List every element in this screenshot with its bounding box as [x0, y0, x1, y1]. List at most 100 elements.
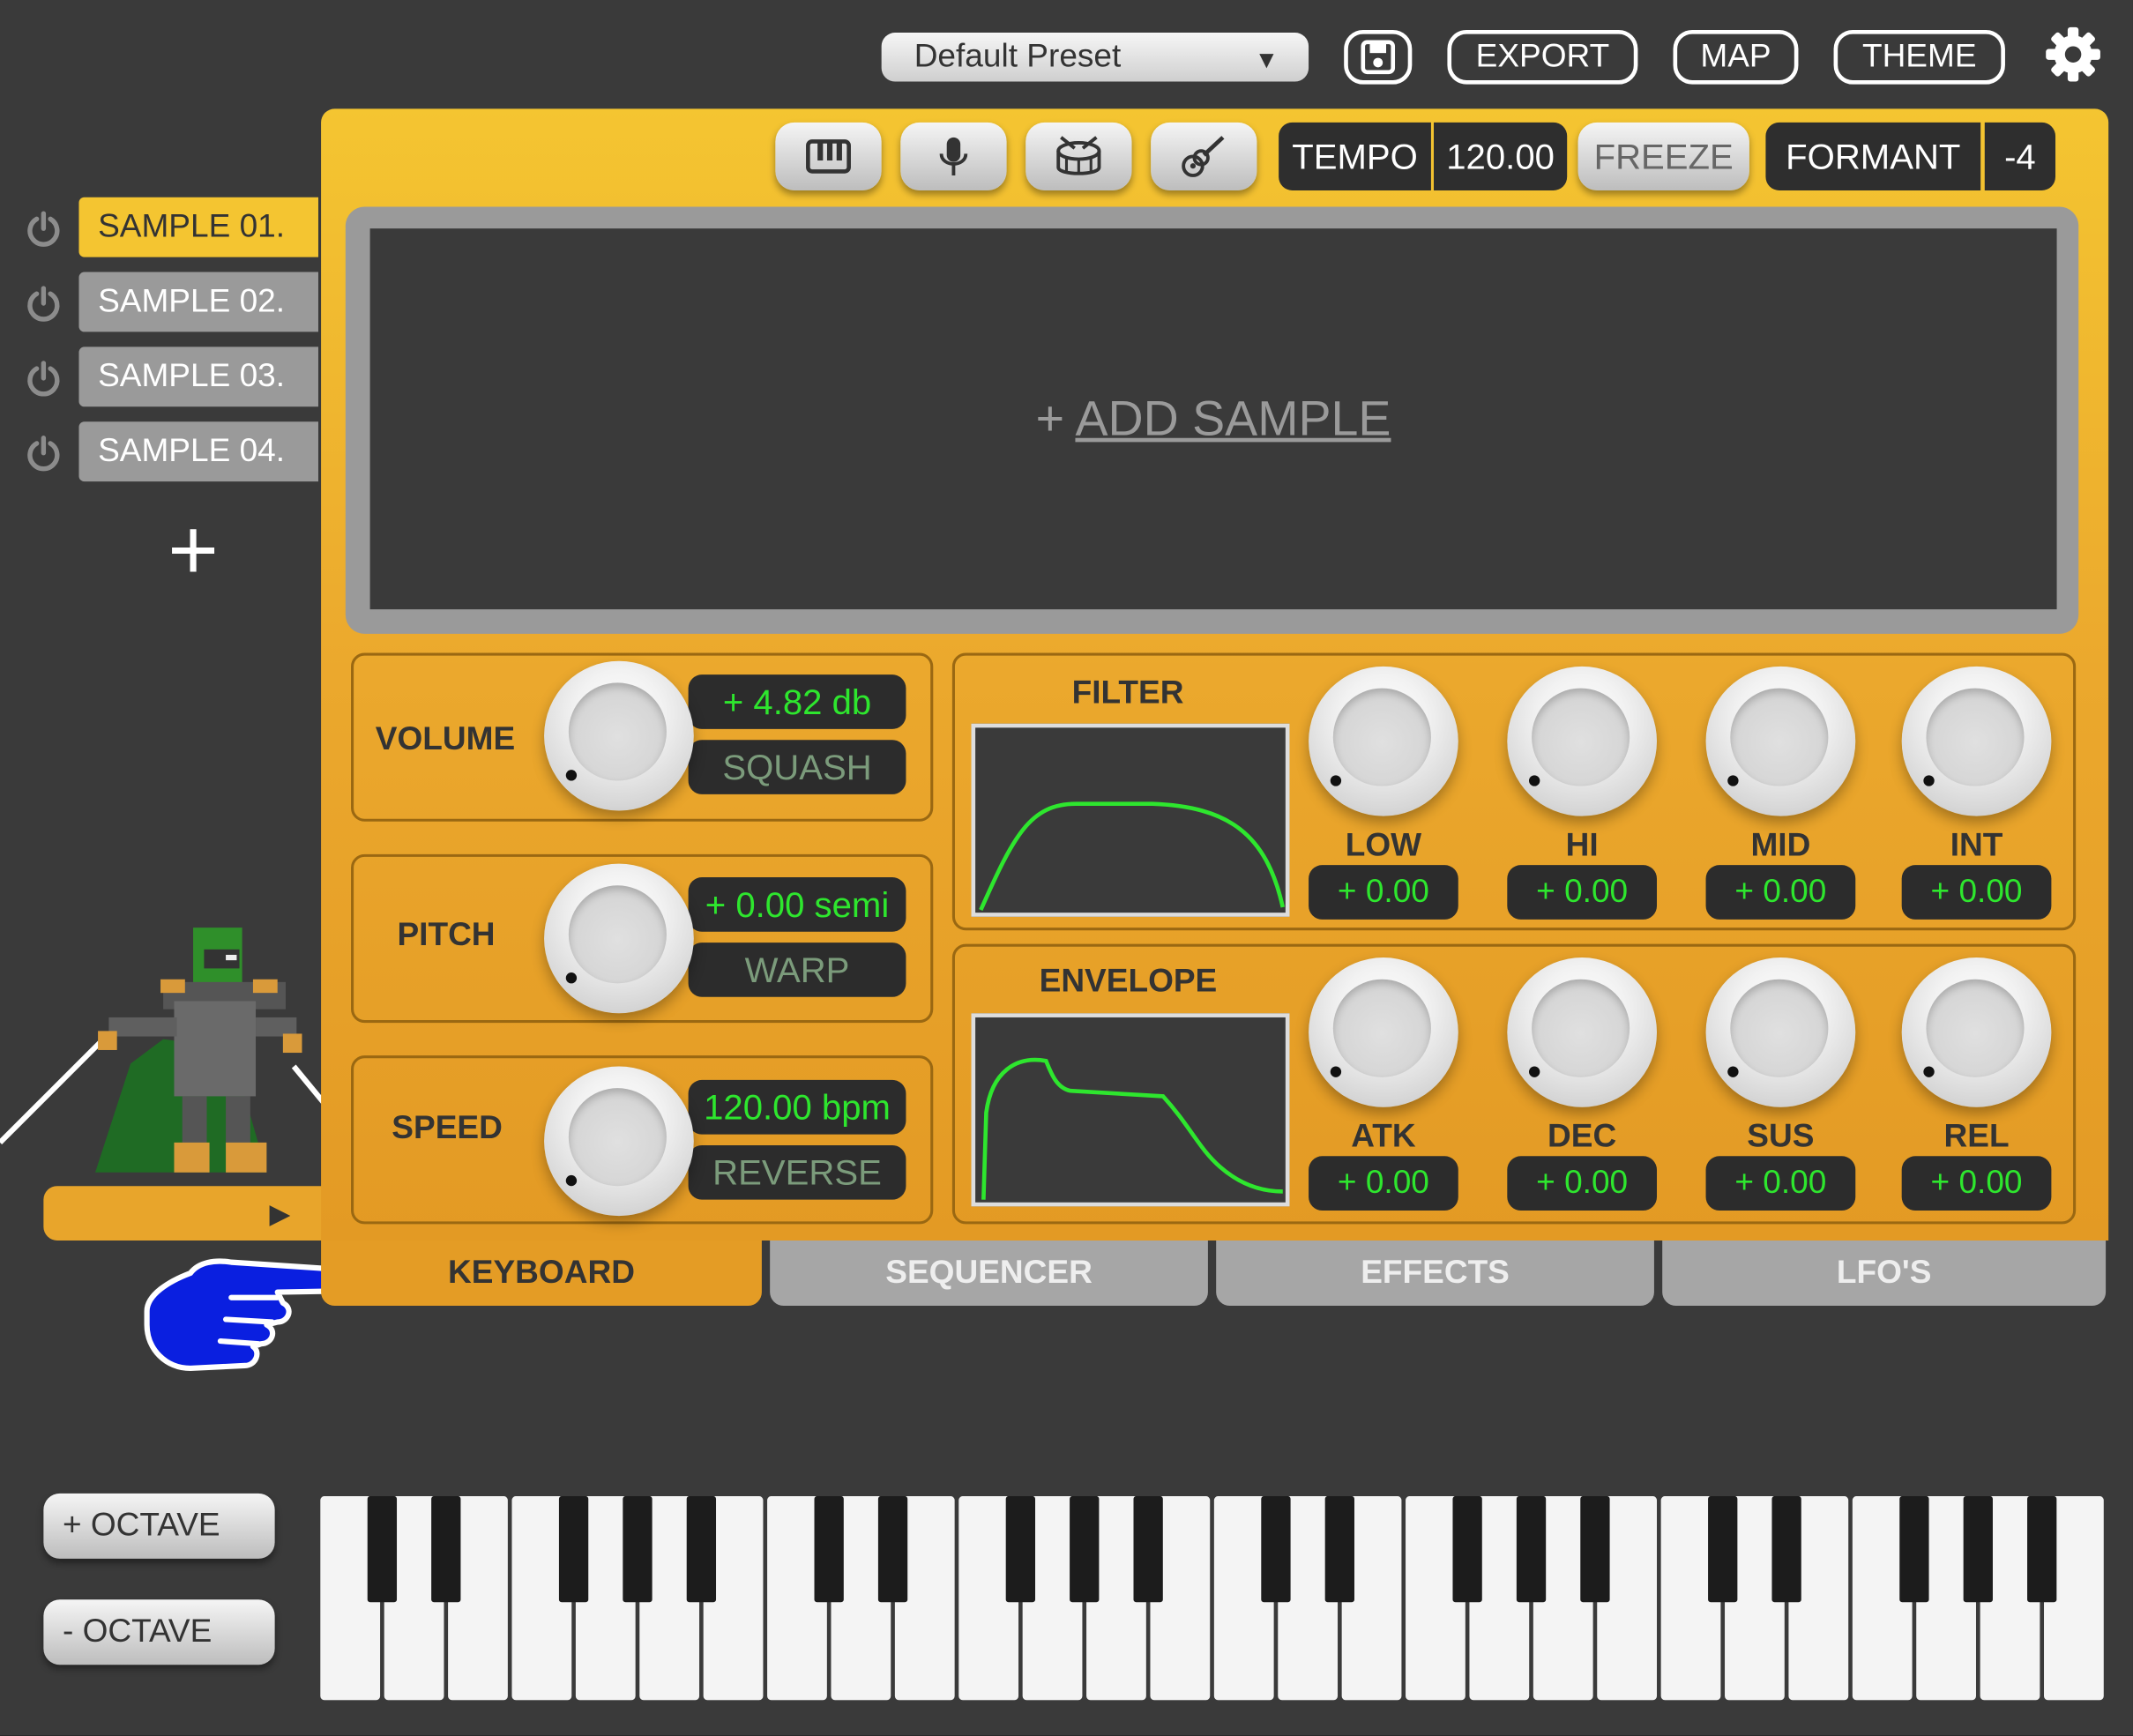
speed-value: 120.00 bpm — [688, 1079, 906, 1135]
reverse-button[interactable]: REVERSE — [688, 1144, 906, 1200]
tab-lfos[interactable]: LFO'S — [1662, 1240, 2107, 1306]
preset-dropdown[interactable]: Default Preset ▼ — [881, 33, 1309, 82]
octave-down-button[interactable]: - OCTAVE — [43, 1599, 275, 1665]
sus-value: + 0.00 — [1705, 1156, 1856, 1211]
mid-knob[interactable] — [1705, 666, 1856, 816]
dec-knob[interactable] — [1507, 957, 1658, 1107]
pitch-label: PITCH — [397, 916, 496, 954]
mid-value: + 0.00 — [1705, 865, 1856, 920]
atk-knob[interactable] — [1309, 957, 1458, 1107]
black-key[interactable] — [814, 1495, 844, 1603]
map-button[interactable]: MAP — [1673, 29, 1799, 85]
power-icon[interactable] — [25, 210, 63, 248]
black-key[interactable] — [1580, 1495, 1610, 1603]
black-key[interactable] — [877, 1495, 908, 1603]
volume-knob[interactable] — [544, 660, 694, 811]
power-icon[interactable] — [25, 284, 63, 322]
envelope-graph — [971, 1013, 1290, 1207]
freeze-button[interactable]: FREEZE — [1577, 122, 1749, 190]
tab-effects[interactable]: EFFECTS — [1216, 1240, 1654, 1306]
sample-item-02[interactable]: SAMPLE 02. — [78, 272, 318, 332]
black-key[interactable] — [1324, 1495, 1354, 1603]
formant-value[interactable]: -4 — [1984, 122, 2056, 190]
add-sample-slot-button[interactable]: + — [153, 506, 235, 593]
sus-label: SUS — [1747, 1118, 1815, 1155]
black-key[interactable] — [1070, 1495, 1100, 1603]
power-icon[interactable] — [25, 359, 63, 397]
low-value: + 0.00 — [1309, 865, 1458, 920]
microphone-icon — [939, 137, 968, 176]
int-label: INT — [1950, 826, 2003, 864]
tab-sequencer[interactable]: SEQUENCER — [770, 1240, 1208, 1306]
black-key[interactable] — [623, 1495, 653, 1603]
tempo-label: TEMPO — [1279, 122, 1431, 190]
player-bar: ▶ — [43, 1186, 330, 1241]
piano-mode-button[interactable] — [775, 122, 882, 190]
rel-value: + 0.00 — [1901, 1156, 2052, 1211]
drum-icon — [1056, 136, 1101, 175]
save-button[interactable] — [1344, 29, 1413, 85]
low-knob[interactable] — [1309, 666, 1458, 816]
play-icon[interactable]: ▶ — [269, 1197, 290, 1232]
envelope-title: ENVELOPE — [1039, 963, 1218, 1000]
sample-item-03[interactable]: SAMPLE 03. — [78, 346, 318, 407]
black-key[interactable] — [2027, 1495, 2057, 1603]
pitch-knob[interactable] — [544, 863, 694, 1014]
black-key[interactable] — [1261, 1495, 1291, 1603]
gear-icon — [2046, 26, 2100, 82]
guitar-mode-button[interactable] — [1151, 122, 1257, 190]
dec-value: + 0.00 — [1507, 1156, 1658, 1211]
int-value: + 0.00 — [1901, 865, 2052, 920]
rel-knob[interactable] — [1901, 957, 2052, 1107]
sample-item-01[interactable]: SAMPLE 01. — [78, 197, 318, 257]
pitch-value: + 0.00 semi — [688, 877, 906, 932]
rel-label: REL — [1943, 1118, 2010, 1155]
filter-title: FILTER — [1071, 674, 1184, 712]
octave-up-button[interactable]: + OCTAVE — [43, 1493, 275, 1559]
theme-button[interactable]: THEME — [1833, 29, 2005, 85]
black-key[interactable] — [1708, 1495, 1738, 1603]
sample-item-04[interactable]: SAMPLE 04. — [78, 421, 318, 482]
black-key[interactable] — [431, 1495, 461, 1603]
sampler-app: Default Preset ▼ EXPORT MAP THEME SAMPLE… — [0, 0, 2133, 1736]
black-key[interactable] — [1771, 1495, 1801, 1603]
hi-value: + 0.00 — [1507, 865, 1658, 920]
add-sample-plus: + — [1035, 390, 1065, 447]
settings-button[interactable] — [2043, 22, 2103, 87]
atk-label: ATK — [1351, 1118, 1416, 1155]
tempo-value[interactable]: 120.00 — [1434, 122, 1568, 190]
microphone-mode-button[interactable] — [900, 122, 1007, 190]
black-key[interactable] — [686, 1495, 717, 1603]
black-key[interactable] — [1005, 1495, 1036, 1603]
export-button[interactable]: EXPORT — [1447, 29, 1638, 85]
sus-knob[interactable] — [1705, 957, 1856, 1107]
formant-label: FORMANT — [1765, 122, 1981, 190]
hi-label: HI — [1565, 826, 1599, 864]
black-key[interactable] — [1133, 1495, 1163, 1603]
piano-icon — [806, 139, 851, 174]
drum-mode-button[interactable] — [1025, 122, 1132, 190]
squash-button[interactable]: SQUASH — [688, 740, 906, 794]
black-key[interactable] — [1899, 1495, 1929, 1603]
black-key[interactable] — [367, 1495, 398, 1603]
int-knob[interactable] — [1901, 666, 2052, 816]
speed-knob[interactable] — [544, 1066, 694, 1217]
warp-button[interactable]: WARP — [688, 943, 906, 997]
chevron-down-icon: ▼ — [1254, 46, 1279, 74]
speed-label: SPEED — [392, 1109, 503, 1147]
hi-knob[interactable] — [1507, 666, 1658, 816]
power-icon[interactable] — [25, 434, 63, 472]
guitar-icon — [1182, 136, 1225, 177]
volume-label: VOLUME — [375, 720, 516, 758]
mid-label: MID — [1750, 826, 1811, 864]
black-key[interactable] — [1516, 1495, 1547, 1603]
black-key[interactable] — [1963, 1495, 1993, 1603]
add-sample-link[interactable]: ADD SAMPLE — [1075, 391, 1391, 448]
black-key[interactable] — [558, 1495, 589, 1603]
waveform-display: + ADD SAMPLE — [369, 228, 2057, 610]
tab-keyboard[interactable]: KEYBOARD — [321, 1240, 762, 1306]
low-label: LOW — [1345, 826, 1422, 864]
black-key[interactable] — [1452, 1495, 1482, 1603]
dec-label: DEC — [1548, 1118, 1617, 1155]
piano-keyboard[interactable] — [318, 1495, 2106, 1701]
